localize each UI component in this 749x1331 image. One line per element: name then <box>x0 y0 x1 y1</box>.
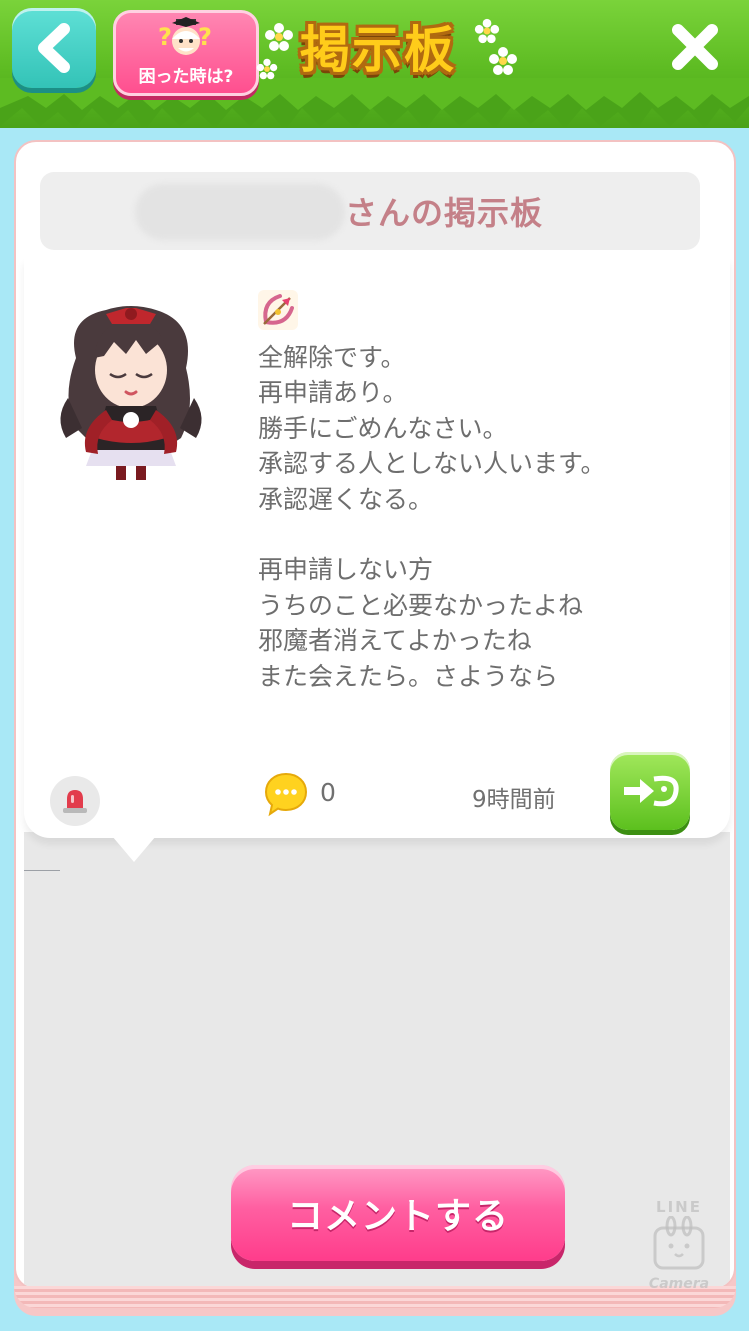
visit-arrow-icon <box>624 775 679 807</box>
post-message: 全解除です。 再申請あり。 勝手にごめんなさい。 承認する人としない人います。 … <box>258 343 606 691</box>
title-area: 掲示板 <box>256 6 522 92</box>
flower-icon <box>256 58 278 80</box>
user-avatar[interactable] <box>46 288 216 488</box>
flower-icon <box>265 23 293 51</box>
board-header: さんの掲示板 <box>40 172 700 250</box>
siren-icon <box>63 790 87 813</box>
watermark-camera: Camera <box>648 1276 710 1292</box>
report-button[interactable] <box>50 776 100 826</box>
comment-button[interactable]: コメントする <box>231 1165 565 1261</box>
post-card-pointer <box>112 836 156 862</box>
post-card: 全解除です。 再申請あり。 勝手にごめんなさい。 承認する人としない人います。 … <box>24 258 730 838</box>
owner-name <box>135 184 345 240</box>
board-title: さんの掲示板 <box>345 194 544 232</box>
divider <box>24 870 60 871</box>
professor-icon: ? ? <box>158 17 212 55</box>
chevron-left-icon <box>38 23 70 73</box>
speech-bubble-icon[interactable] <box>262 770 310 818</box>
post-timestamp: 9時間前 <box>472 787 556 813</box>
comment-count: 0 <box>320 778 336 807</box>
visit-button[interactable] <box>610 752 690 830</box>
bunny-icon <box>653 1215 705 1270</box>
panel-edge <box>14 1286 736 1308</box>
header-bar: ? ? 困った時は? 掲示板 <box>0 0 749 128</box>
svg-text:?: ? <box>158 23 172 51</box>
svg-text:?: ? <box>198 23 212 51</box>
flower-icon <box>489 47 517 75</box>
back-button[interactable] <box>12 8 96 88</box>
page-title: 掲示板 <box>300 21 456 79</box>
flower-icon <box>474 18 500 44</box>
board-panel: さんの掲示板 全解除です。 再申請あり。 勝手にごめんなさい。 承認する人としな… <box>14 140 736 1290</box>
help-button[interactable]: ? ? 困った時は? <box>113 10 259 96</box>
close-icon[interactable] <box>668 20 722 74</box>
help-label: 困った時は? <box>138 67 234 87</box>
watermark-brand: LINE <box>656 1198 702 1216</box>
camera-watermark: LINE Camera <box>634 1198 724 1298</box>
comment-button-label: コメントする <box>286 1196 509 1237</box>
bow-arrow-icon <box>258 290 298 330</box>
